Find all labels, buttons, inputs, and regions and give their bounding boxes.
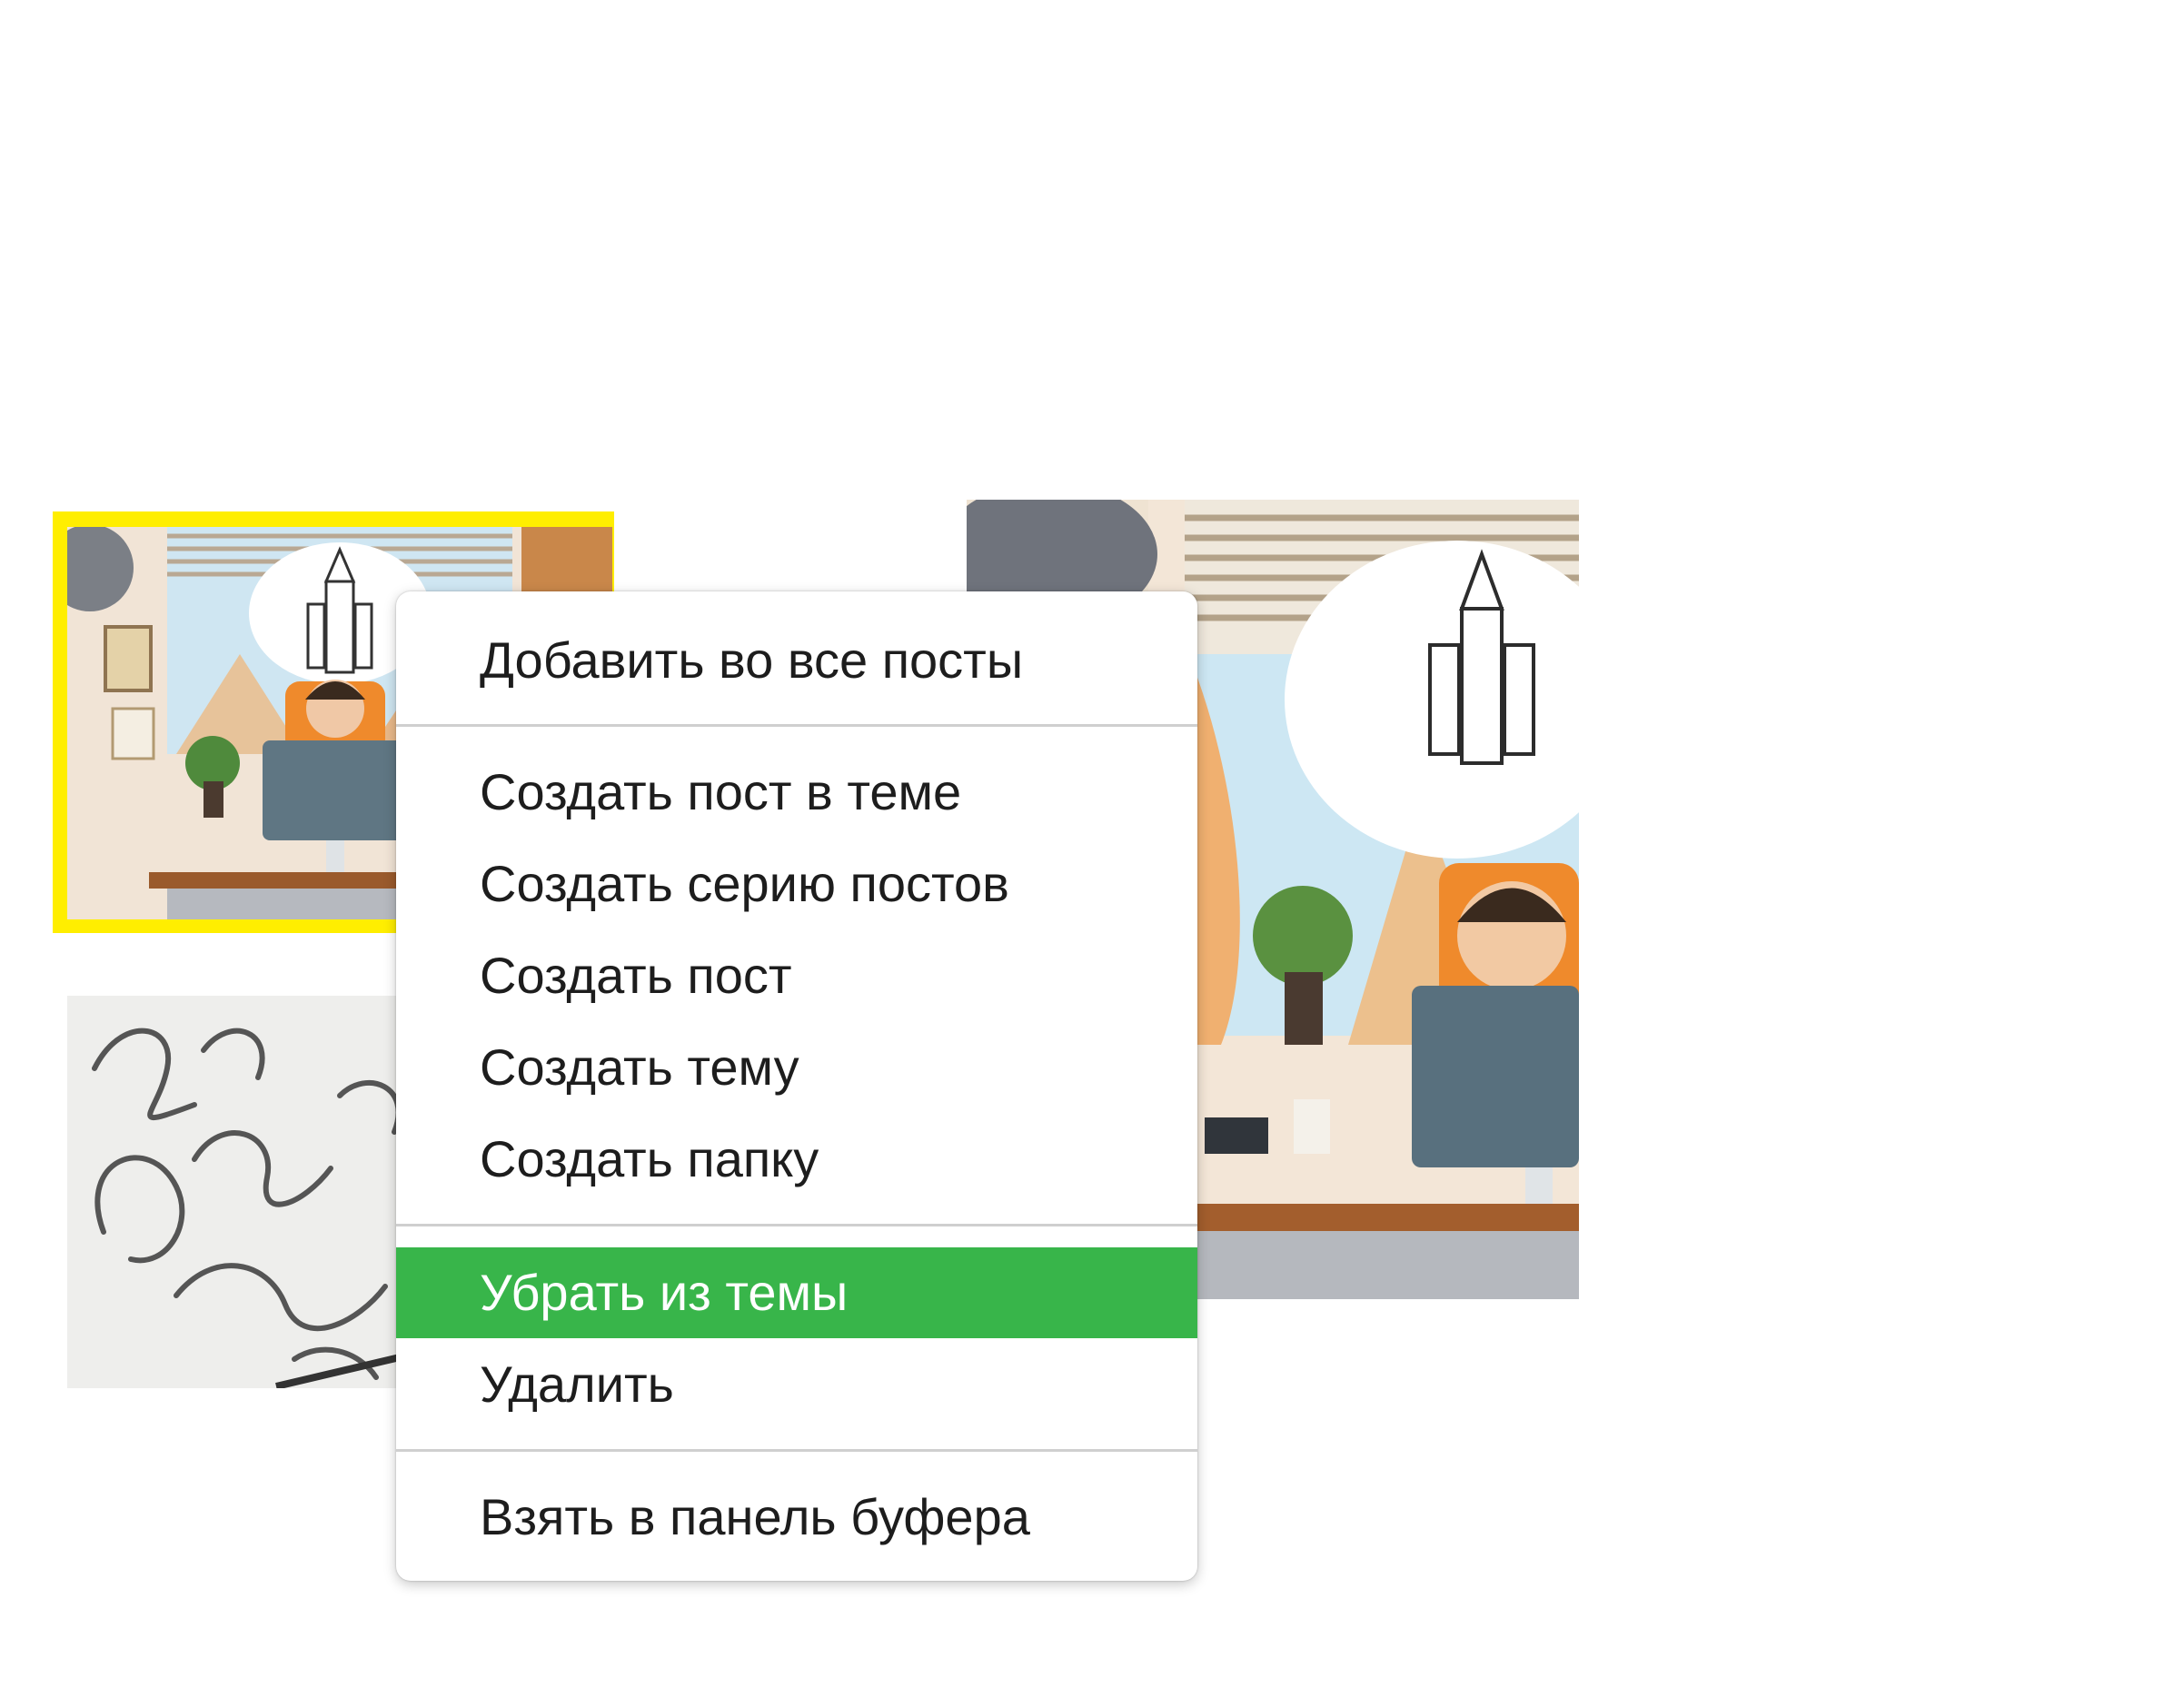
menu-item-add-to-all-posts[interactable]: Добавить во все посты xyxy=(396,615,1197,706)
menu-item-create-topic[interactable]: Создать тему xyxy=(396,1022,1197,1113)
menu-item-create-post-series[interactable]: Создать серию постов xyxy=(396,839,1197,929)
menu-item-create-post[interactable]: Создать пост xyxy=(396,930,1197,1021)
lettering-sketch-image xyxy=(67,996,431,1388)
menu-item-delete[interactable]: Удалить xyxy=(396,1339,1197,1430)
menu-item-take-to-clipboard-panel[interactable]: Взять в панель буфера xyxy=(396,1472,1197,1563)
menu-separator xyxy=(396,1449,1197,1452)
menu-separator xyxy=(396,724,1197,727)
menu-item-create-folder[interactable]: Создать папку xyxy=(396,1114,1197,1205)
thumbnail-lettering-sketch[interactable] xyxy=(67,996,431,1388)
menu-item-create-post-in-topic[interactable]: Создать пост в теме xyxy=(396,747,1197,838)
menu-item-remove-from-topic[interactable]: Убрать из темы xyxy=(396,1247,1197,1338)
menu-separator xyxy=(396,1224,1197,1226)
context-menu: Добавить во все посты Создать пост в тем… xyxy=(396,591,1197,1581)
